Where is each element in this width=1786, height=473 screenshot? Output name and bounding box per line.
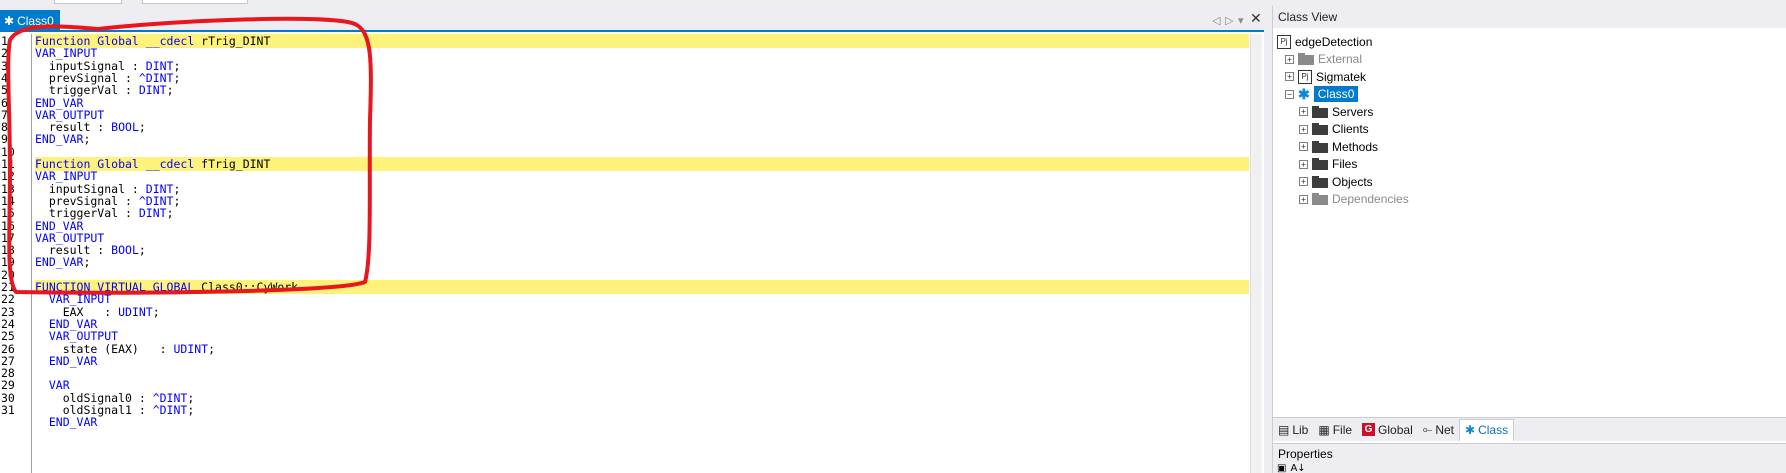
editor-scrollbar[interactable] [1250,34,1262,473]
tree-node-label: Dependencies [1332,192,1409,206]
tree-node-label: Files [1332,157,1358,171]
library-icon: ▤ [1278,422,1290,437]
tab-label: Class0 [17,14,54,28]
tree-node-label: Sigmatek [1316,69,1367,84]
tree-node-class0[interactable]: − ✱ Class0 [1285,85,1359,104]
expand-icon[interactable]: + [1285,54,1294,64]
sort-alpha-button[interactable]: A↓ [1290,463,1305,473]
tree-node-label: External [1318,52,1363,66]
tree-node-methods[interactable]: + Methods [1299,137,1378,156]
code-editor[interactable]: 1 Function Global __cdecl rTrig_DINT 2 VAR_… [0,34,1262,473]
tab-file[interactable]: ▦ File [1313,419,1357,441]
tree-node-label: Objects [1332,174,1373,189]
tab-lib[interactable]: ▤ Lib [1273,419,1313,441]
scroll-tabs-left-icon[interactable]: ◁ [1212,14,1220,27]
folder-icon [1312,158,1328,170]
project-icon: Pj [1298,69,1312,84]
expand-icon[interactable]: + [1299,194,1308,204]
properties-title: Properties [1278,447,1333,461]
collapse-icon[interactable]: − [1285,89,1294,99]
expand-icon[interactable]: + [1299,142,1308,151]
class-tree: Pj edgeDetection + External + Pj Sigmatek − ✱ Cla… [1273,30,1786,420]
tree-node-servers[interactable]: + Servers [1299,102,1373,121]
tree-node-sigmatek[interactable]: + Pj Sigmatek [1285,67,1366,86]
tree-node-label: Servers [1332,104,1374,119]
code-text: END_VAR [35,415,1249,429]
folder-icon [1312,140,1328,153]
class-view-tabs: ▤ Lib ▦ File G Global ⟜ Net ✱ Class [1273,417,1786,441]
scroll-tabs-right-icon[interactable]: ▷ [1225,14,1233,27]
tree-node-label: Methods [1332,139,1379,154]
class-view-title: Class View [1273,6,1786,28]
expand-icon[interactable]: + [1299,124,1308,134]
tree-node-objects[interactable]: + Objects [1299,172,1373,191]
close-tab-icon[interactable]: ✕ [1250,11,1262,27]
tree-node-label: Class0 [1313,86,1359,102]
expand-icon[interactable]: + [1299,107,1308,116]
categorized-icon[interactable]: ▣ [1277,463,1286,473]
tree-node-clients[interactable]: + Clients [1299,120,1369,139]
folder-icon [1312,105,1328,118]
expand-icon[interactable]: + [1285,72,1294,81]
folder-icon [1298,53,1314,65]
tab-label: Class [1478,423,1509,437]
expand-icon[interactable]: + [1299,159,1308,169]
network-icon: ⟜ [1422,422,1433,436]
project-icon: Pj [1277,34,1291,49]
class-view-panel: Class View Pj edgeDetection + External + Pj Si… [1272,6,1786,473]
class-icon: ✱ [4,14,15,28]
tree-node-edgedetection[interactable]: Pj edgeDetection [1277,32,1372,51]
properties-toolbar: ▣ A↓ [1277,463,1306,473]
tab-label: Net [1435,422,1455,437]
tab-label: Global [1378,422,1413,437]
tab-net[interactable]: ⟜ Net [1418,419,1459,441]
tab-label: File [1332,422,1353,437]
tab-dropdown-icon[interactable]: ▾ [1238,14,1244,27]
tab-label: Lib [1292,422,1309,437]
tree-node-files[interactable]: + Files [1299,155,1357,174]
tree-node-label: Clients [1332,122,1369,136]
tab-class[interactable]: ✱ Class [1459,418,1515,441]
tab-class0[interactable]: ✱ Class0 [0,10,60,32]
folder-icon [1312,175,1328,188]
toolbar-combo-left[interactable] [54,0,122,4]
toolbar-combo-right[interactable] [142,0,248,4]
code-line[interactable]: END_VAR [0,415,1250,429]
properties-panel: Properties ▣ A↓ [1273,443,1786,473]
class-icon: ✱ [1465,423,1476,437]
global-icon: G [1362,423,1376,436]
editor-tab-bar: ✱ Class0 ◁ ▷ ▾ ✕ [0,6,1264,32]
class-icon: ✱ [1298,85,1310,102]
tree-node-dependencies[interactable]: + Dependencies [1299,190,1409,209]
file-icon: ▦ [1318,422,1330,437]
tree-node-external[interactable]: + External [1285,50,1362,69]
tree-node-label: edgeDetection [1295,34,1373,49]
folder-icon [1312,193,1328,205]
expand-icon[interactable]: + [1299,177,1308,186]
folder-icon [1312,123,1328,135]
panel-splitter[interactable] [1264,6,1272,473]
tab-global[interactable]: G Global [1357,419,1418,441]
keyword-token: END_VAR [35,415,98,430]
